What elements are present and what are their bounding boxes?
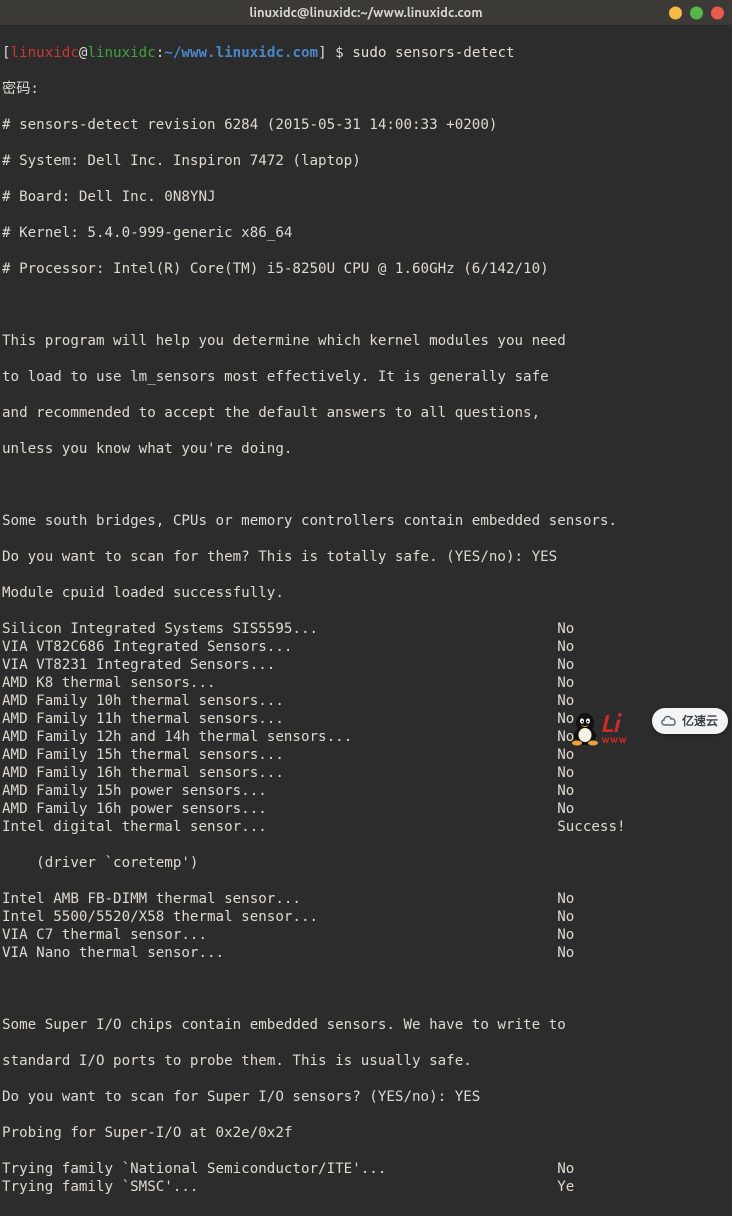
result-line: VIA C7 thermal sensor... No [2,926,730,944]
scan1-answer: YES [532,549,558,565]
window-title: linuxidc@linuxidc:~/www.linuxidc.com [249,4,482,22]
prompt-path: ~/www.linuxidc.com [164,45,318,61]
result-label: AMD Family 11h thermal sensors... [2,711,557,727]
prompt-user: linuxidc [11,45,79,61]
header-line: # sensors-detect revision 6284 (2015-05-… [2,116,730,134]
result-label: Silicon Integrated Systems SIS5595... [2,621,557,637]
maximize-icon[interactable] [690,6,703,19]
result-value: No [557,657,574,673]
blank-line [2,296,730,314]
result-label: Intel AMB FB-DIMM thermal sensor... [2,891,557,907]
result-label: VIA VT82C686 Integrated Sensors... [2,639,557,655]
result-line: Trying family `National Semiconductor/IT… [2,1160,730,1178]
results-block-3: Trying family `National Semiconductor/IT… [2,1160,730,1196]
result-line: Intel digital thermal sensor... Success! [2,818,730,836]
cloud-icon [660,714,678,729]
blank-line [2,476,730,494]
password-label: 密码: [2,80,730,98]
intro-line: This program will help you determine whi… [2,332,730,350]
blank-line [2,980,730,998]
watermark-text-top: Li [602,713,627,735]
result-label: AMD K8 thermal sensors... [2,675,557,691]
header-line: # Board: Dell Inc. 0N8YNJ [2,188,730,206]
result-label: Intel digital thermal sensor... [2,819,557,835]
result-label: AMD Family 10h thermal sensors... [2,693,557,709]
scan2-probing: Probing for Super-I/O at 0x2e/0x2f [2,1124,730,1142]
scan1-text: Some south bridges, CPUs or memory contr… [2,512,730,530]
result-line: AMD Family 15h thermal sensors... No [2,746,730,764]
result-value: No [557,783,574,799]
result-value: No [557,765,574,781]
result-value: No [557,945,574,961]
scan2-text: Some Super I/O chips contain embedded se… [2,1016,730,1034]
close-icon[interactable] [711,6,724,19]
scan2-text: standard I/O ports to probe them. This i… [2,1052,730,1070]
result-label: VIA VT8231 Integrated Sensors... [2,657,557,673]
result-value: No [557,747,574,763]
result-value: No [557,693,574,709]
prompt-host: linuxidc [87,45,155,61]
result-label: AMD Family 15h power sensors... [2,783,557,799]
intro-line: to load to use lm_sensors most effective… [2,368,730,386]
result-line: VIA VT8231 Integrated Sensors... No [2,656,730,674]
window-controls [669,6,724,19]
result-line: VIA VT82C686 Integrated Sensors... No [2,638,730,656]
result-value: No [557,927,574,943]
result-value: No [557,675,574,691]
watermark-text-bot: www [602,735,627,744]
minimize-icon[interactable] [669,6,682,19]
result-value: No [557,1161,574,1177]
results-block-2: Intel AMB FB-DIMM thermal sensor... NoIn… [2,890,730,962]
result-line: Intel 5500/5520/X58 thermal sensor... No [2,908,730,926]
result-line: AMD K8 thermal sensors... No [2,674,730,692]
watermark-yisu: 亿速云 [652,708,728,734]
result-line: Trying family `SMSC'... Ye [2,1178,730,1196]
result-line: VIA Nano thermal sensor... No [2,944,730,962]
result-label: Intel 5500/5520/X58 thermal sensor... [2,909,557,925]
scan1-prompt: Do you want to scan for them? This is to… [2,548,730,566]
scan2-prompt: Do you want to scan for Super I/O sensor… [2,1088,730,1106]
typed-command: sudo sensors-detect [352,45,514,61]
result-value: No [557,909,574,925]
header-line: # Kernel: 5.4.0-999-generic x86_64 [2,224,730,242]
result-value: Ye [557,1179,574,1195]
result-value: No [557,801,574,817]
header-line: # Processor: Intel(R) Core(TM) i5-8250U … [2,260,730,278]
result-line: AMD Family 16h power sensors... No [2,800,730,818]
watermark-linuxidc: Li www [570,712,627,746]
result-label: VIA Nano thermal sensor... [2,945,557,961]
result-line: Silicon Integrated Systems SIS5595... No [2,620,730,638]
result-value: No [557,621,574,637]
result-line: AMD Family 10h thermal sensors... No [2,692,730,710]
result-value: No [557,639,574,655]
scan2-answer: YES [455,1089,481,1105]
result-label: AMD Family 16h thermal sensors... [2,765,557,781]
result-label: AMD Family 16h power sensors... [2,801,557,817]
driver-note: (driver `coretemp') [2,854,730,872]
result-line: AMD Family 16h thermal sensors... No [2,764,730,782]
result-label: AMD Family 15h thermal sensors... [2,747,557,763]
result-label: Trying family `National Semiconductor/IT… [2,1161,557,1177]
scan1-loaded: Module cpuid loaded successfully. [2,584,730,602]
result-line: Intel AMB FB-DIMM thermal sensor... No [2,890,730,908]
intro-line: unless you know what you're doing. [2,440,730,458]
result-label: VIA C7 thermal sensor... [2,927,557,943]
watermark-yisu-text: 亿速云 [682,712,718,730]
result-label: Trying family `SMSC'... [2,1179,557,1195]
tux-icon [570,712,600,746]
intro-line: and recommended to accept the default an… [2,404,730,422]
result-line: AMD Family 15h power sensors... No [2,782,730,800]
terminal[interactable]: [linuxidc@linuxidc:~/www.linuxidc.com] $… [0,26,732,1216]
result-label: AMD Family 12h and 14h thermal sensors..… [2,729,557,745]
prompt-line: [linuxidc@linuxidc:~/www.linuxidc.com] $… [2,44,730,62]
result-value: No [557,891,574,907]
result-value: Success! [557,819,625,835]
titlebar: linuxidc@linuxidc:~/www.linuxidc.com [0,0,732,26]
header-line: # System: Dell Inc. Inspiron 7472 (lapto… [2,152,730,170]
